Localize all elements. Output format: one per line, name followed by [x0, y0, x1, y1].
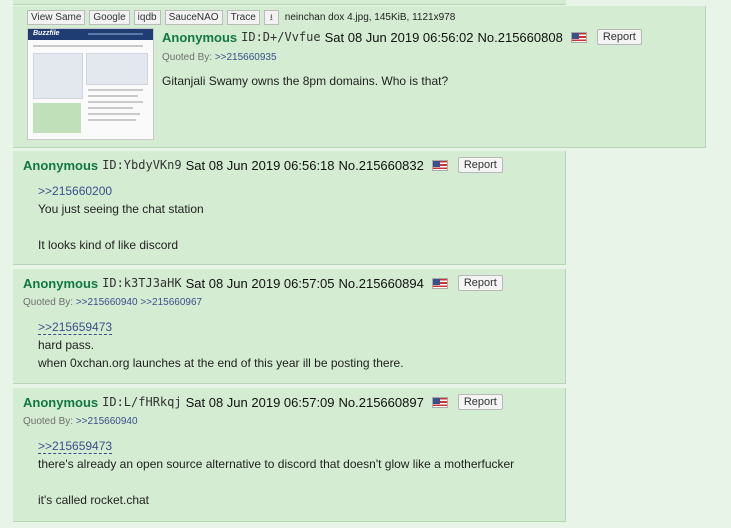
poster-name: Anonymous: [23, 157, 99, 173]
us-flag-icon: [431, 159, 448, 171]
thumbnail-decor: [88, 113, 140, 115]
post-header: Anonymous ID:k3TJ3aHK Sat 08 Jun 2019 06…: [23, 275, 503, 291]
post-datetime: Sat 08 Jun 2019 06:57:09: [185, 394, 335, 410]
post-message: Gitanjali Swamy owns the 8pm domains. Wh…: [162, 72, 448, 90]
thumbnail-decor: [33, 53, 83, 99]
post-message: >>215659473 there's already an open sour…: [38, 437, 514, 509]
poster-id[interactable]: ID:L/fHRkqj: [102, 395, 181, 409]
post-header: Anonymous ID:D+/Vvfue Sat 08 Jun 2019 06…: [162, 29, 642, 45]
poster-id[interactable]: ID:YbdyVKn9: [102, 158, 181, 172]
post-number-link[interactable]: No.215660894: [339, 276, 424, 291]
quoted-by: Quoted By: >>215660940: [23, 416, 138, 427]
poster-name: Anonymous: [23, 275, 99, 291]
post-header: Anonymous ID:L/fHRkqj Sat 08 Jun 2019 06…: [23, 394, 503, 410]
backlink[interactable]: >>215660935: [215, 52, 277, 63]
report-button[interactable]: Report: [457, 157, 503, 173]
message-line: Gitanjali Swamy owns the 8pm domains. Wh…: [162, 74, 449, 88]
poster-name: Anonymous: [162, 29, 238, 45]
message-line: when 0xchan.org launches at the end of t…: [38, 356, 404, 370]
thumbnail-decor: [33, 103, 81, 133]
us-flag-icon: [431, 396, 448, 408]
post-datetime: Sat 08 Jun 2019 06:56:18: [185, 157, 335, 173]
thumbnail-decor: [86, 53, 148, 85]
quote-link[interactable]: >>215659473: [38, 320, 113, 335]
iqdb-search-button[interactable]: iqdb: [133, 10, 161, 25]
us-flag-icon: [570, 31, 587, 43]
quoted-by-label: Quoted By:: [162, 52, 213, 63]
thumbnail-decor: [88, 119, 136, 121]
quoted-by-label: Quoted By:: [23, 416, 74, 427]
thumbnail-decor: [88, 107, 133, 109]
file-info[interactable]: neinchan dox 4.jpg, 145KiB, 1121x978: [285, 12, 456, 23]
post-datetime: Sat 08 Jun 2019 06:56:02: [324, 29, 474, 45]
message-line: It looks kind of like discord: [38, 238, 179, 252]
post-message: >>215660200 You just seeing the chat sta…: [38, 182, 204, 254]
post-number-link[interactable]: No.215660897: [339, 395, 424, 410]
image-search-tools: View Same Google iqdb SauceNAO Trace ⭳ n…: [27, 10, 455, 25]
previous-post-edge: [13, 0, 566, 5]
poster-id[interactable]: ID:k3TJ3aHK: [102, 276, 181, 290]
post-thumbnail-image[interactable]: Buzzfile: [27, 28, 154, 140]
backlink[interactable]: >>215660940: [76, 297, 138, 308]
post-header: Anonymous ID:YbdyVKn9 Sat 08 Jun 2019 06…: [23, 157, 503, 173]
poster-name: Anonymous: [23, 394, 99, 410]
post-datetime: Sat 08 Jun 2019 06:57:05: [185, 275, 335, 291]
thumbnail-decor: [88, 33, 143, 35]
report-button[interactable]: Report: [596, 29, 642, 45]
trace-search-button[interactable]: Trace: [226, 10, 260, 25]
message-line: there's already an open source alternati…: [38, 457, 515, 471]
post-number-link[interactable]: No.215660832: [339, 158, 424, 173]
quote-link[interactable]: >>215660200: [38, 182, 204, 200]
report-button[interactable]: Report: [457, 275, 503, 291]
quote-link[interactable]: >>215659473: [38, 439, 113, 454]
quoted-by: Quoted By: >>215660935: [162, 52, 277, 63]
post-number-link[interactable]: No.215660808: [478, 30, 563, 45]
report-button[interactable]: Report: [457, 394, 503, 410]
backlink[interactable]: >>215660940: [76, 416, 138, 427]
download-icon[interactable]: ⭳: [263, 10, 279, 25]
quoted-by-label: Quoted By:: [23, 297, 74, 308]
view-same-button[interactable]: View Same: [27, 10, 86, 25]
thumbnail-decor: [88, 89, 143, 91]
thumbnail-decor: [33, 45, 143, 47]
thumbnail-decor: [88, 101, 143, 103]
message-line: You just seeing the chat station: [38, 202, 204, 216]
post-message: >>215659473 hard pass. when 0xchan.org l…: [38, 318, 404, 372]
thumbnail-logo: Buzzfile: [33, 30, 60, 37]
saucenao-search-button[interactable]: SauceNAO: [164, 10, 223, 25]
google-search-button[interactable]: Google: [89, 10, 130, 25]
quoted-by: Quoted By: >>215660940 >>215660967: [23, 297, 202, 308]
message-line: hard pass.: [38, 338, 95, 352]
message-line: it's called rocket.chat: [38, 493, 150, 507]
thumbnail-decor: [88, 95, 138, 97]
poster-id[interactable]: ID:D+/Vvfue: [241, 30, 320, 44]
backlink[interactable]: >>215660967: [140, 297, 202, 308]
us-flag-icon: [431, 277, 448, 289]
